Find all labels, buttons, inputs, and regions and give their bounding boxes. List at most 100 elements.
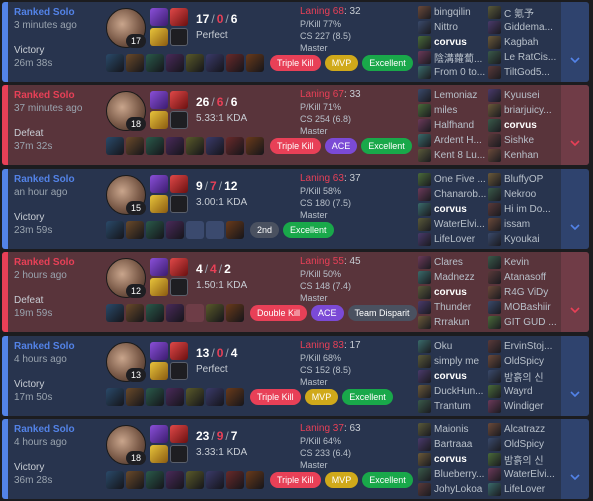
participant-row[interactable]: Thunder [418, 300, 488, 315]
participant-name[interactable]: Kyoukai [504, 234, 540, 245]
participant-row[interactable]: Windiger [488, 399, 558, 414]
item-icon[interactable] [106, 137, 124, 155]
participant-name[interactable]: bingqilin [434, 7, 471, 18]
expand-button[interactable] [561, 2, 589, 82]
participant-row[interactable]: corvus [418, 35, 488, 50]
participant-name[interactable]: miles [434, 105, 457, 116]
participant-name[interactable]: Madnezz [434, 272, 475, 283]
participant-name[interactable]: Bartraaa [434, 439, 472, 450]
participant-row[interactable]: Blueberry... [418, 467, 488, 482]
rune-icon[interactable] [170, 278, 188, 296]
expand-button[interactable] [561, 419, 589, 499]
item-icon[interactable] [146, 388, 164, 406]
participant-row[interactable]: simply me [418, 354, 488, 369]
summoner-spell-icon[interactable] [150, 8, 168, 26]
participant-name[interactable]: Nekroo [504, 189, 536, 200]
participant-name[interactable]: Chanarob... [434, 189, 486, 200]
participant-row[interactable]: Kagbah [488, 35, 558, 50]
participant-row[interactable]: R4G ViDy [488, 285, 558, 300]
item-icon[interactable] [186, 471, 204, 489]
item-icon[interactable] [146, 54, 164, 72]
participant-row[interactable]: Madnezz [418, 270, 488, 285]
participant-name[interactable]: Clares [434, 257, 463, 268]
item-icon[interactable] [246, 471, 264, 489]
item-icon[interactable] [126, 137, 144, 155]
participant-row[interactable]: corvus [488, 118, 558, 133]
participant-name[interactable]: corvus [434, 287, 467, 298]
summoner-spell-icon[interactable] [170, 8, 188, 26]
participant-name[interactable]: Rrrakun [434, 317, 470, 328]
participant-row[interactable]: WaterElvi... [418, 217, 488, 232]
participant-name[interactable]: OldSpicy [504, 439, 544, 450]
participant-name[interactable]: 밤흙의 신 [504, 369, 544, 384]
rune-icon[interactable] [150, 362, 168, 380]
participant-row[interactable]: Ardent H... [418, 133, 488, 148]
participant-name[interactable]: Kevin [504, 257, 529, 268]
participant-name[interactable]: MOBashiir [504, 302, 551, 313]
participant-name[interactable]: Wayrd [504, 386, 533, 397]
participant-row[interactable]: corvus [418, 285, 488, 300]
item-icon[interactable] [186, 137, 204, 155]
participant-name[interactable]: corvus [434, 204, 467, 215]
participant-row[interactable]: issam [488, 217, 558, 232]
empty-item-slot[interactable] [206, 221, 224, 239]
item-icon[interactable] [226, 54, 244, 72]
participant-row[interactable]: 밤흙의 신 [488, 369, 558, 384]
participant-row[interactable]: Atanasoff [488, 270, 558, 285]
item-icon[interactable] [106, 221, 124, 239]
participant-name[interactable]: OldSpicy [504, 356, 544, 367]
summoner-spell-icon[interactable] [150, 342, 168, 360]
participant-row[interactable]: Maionis [418, 422, 488, 437]
item-icon[interactable] [166, 304, 184, 322]
participant-row[interactable]: LifeLover [418, 232, 488, 247]
participant-name[interactable]: 陰溝蘿蔔... [434, 50, 482, 65]
participant-name[interactable]: Halfhand [434, 120, 474, 131]
participant-name[interactable]: Kent 8 Lu... [434, 150, 485, 161]
match-card[interactable]: Ranked Solo 37 minutes ago Defeat 37m 32s 18… [2, 85, 589, 165]
rune-icon[interactable] [150, 28, 168, 46]
summoner-spell-icon[interactable] [150, 175, 168, 193]
participant-name[interactable]: R4G ViDy [504, 287, 548, 298]
participant-name[interactable]: 밤흙의 신 [504, 452, 544, 467]
participant-row[interactable]: Kent 8 Lu... [418, 148, 488, 163]
item-icon[interactable] [226, 221, 244, 239]
participant-name[interactable]: ErvinStoj... [504, 341, 552, 352]
participant-name[interactable]: Blueberry... [434, 469, 484, 480]
participant-name[interactable]: DuckHun... [434, 386, 483, 397]
rune-icon[interactable] [150, 195, 168, 213]
participant-row[interactable]: TiltGod5... [488, 65, 558, 80]
participant-row[interactable]: 밤흙의 신 [488, 452, 558, 467]
participant-row[interactable]: corvus [418, 369, 488, 384]
participant-name[interactable]: simply me [434, 356, 479, 367]
participant-name[interactable]: Kenhan [504, 150, 538, 161]
summoner-spell-icon[interactable] [150, 258, 168, 276]
rune-icon[interactable] [170, 362, 188, 380]
participant-name[interactable]: Thunder [434, 302, 471, 313]
participant-row[interactable]: Trantum [418, 399, 488, 414]
participant-name[interactable]: Hi im Do... [504, 204, 551, 215]
item-icon[interactable] [166, 137, 184, 155]
participant-row[interactable]: Le RatCis... [488, 50, 558, 65]
participant-row[interactable]: WaterElvi... [488, 467, 558, 482]
item-icon[interactable] [206, 137, 224, 155]
participant-row[interactable]: briarjuicy... [488, 103, 558, 118]
item-icon[interactable] [146, 304, 164, 322]
participant-name[interactable]: Le RatCis... [504, 52, 556, 63]
participant-name[interactable]: Trantum [434, 401, 471, 412]
item-icon[interactable] [206, 471, 224, 489]
match-card[interactable]: Ranked Solo 4 hours ago Victory 17m 50s 13 13… [2, 336, 589, 416]
expand-button[interactable] [561, 85, 589, 165]
item-icon[interactable] [186, 54, 204, 72]
item-icon[interactable] [126, 304, 144, 322]
item-icon[interactable] [226, 471, 244, 489]
participant-name[interactable]: Windiger [504, 401, 543, 412]
participant-row[interactable]: corvus [418, 202, 488, 217]
participant-row[interactable]: OldSpicy [488, 354, 558, 369]
rune-icon[interactable] [150, 445, 168, 463]
item-icon[interactable] [106, 54, 124, 72]
participant-name[interactable]: TiltGod5... [504, 67, 550, 78]
item-icon[interactable] [146, 137, 164, 155]
item-icon[interactable] [166, 388, 184, 406]
participant-name[interactable]: corvus [504, 120, 537, 131]
participant-name[interactable]: Oku [434, 341, 452, 352]
